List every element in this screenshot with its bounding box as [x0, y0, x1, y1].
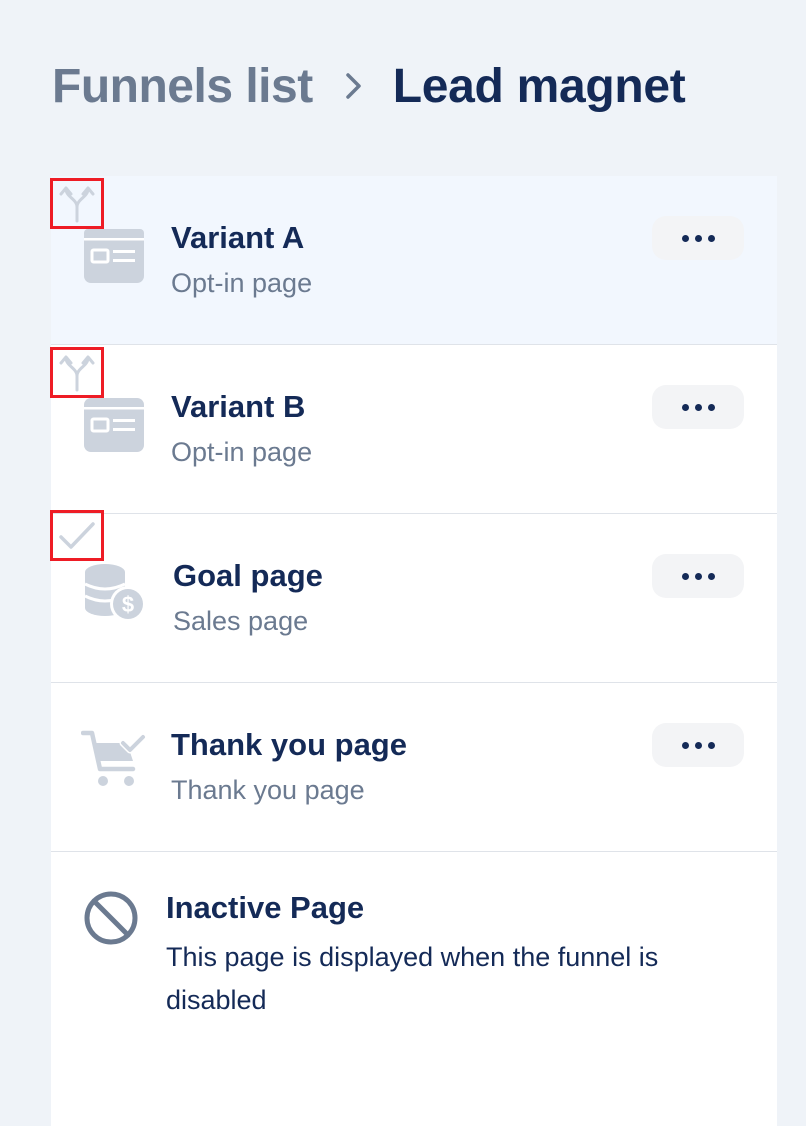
funnel-step-row[interactable]: $ Goal page Sales page — [50, 510, 777, 683]
page-title: Lead magnet — [392, 59, 686, 113]
funnel-step-row[interactable]: Variant A Opt-in page — [50, 176, 777, 345]
more-options-button[interactable] — [652, 723, 744, 767]
inactive-page-description: This page is displayed when the funnel i… — [166, 942, 659, 1015]
more-horizontal-icon — [679, 567, 718, 585]
more-horizontal-icon — [679, 229, 718, 247]
step-title: Thank you page — [171, 727, 407, 762]
more-options-button[interactable] — [652, 216, 744, 260]
ban-icon — [84, 891, 138, 945]
inactive-page-row[interactable]: Inactive Page This page is displayed whe… — [51, 852, 777, 1052]
coins-dollar-icon: $ — [84, 564, 146, 622]
funnel-steps-panel: Variant A Opt-in page Variant B Opt-in p… — [50, 176, 777, 1126]
cart-check-icon — [81, 730, 147, 786]
step-subtitle: Thank you page — [171, 775, 365, 805]
more-horizontal-icon — [679, 398, 718, 416]
chevron-right-icon — [345, 73, 361, 99]
more-options-button[interactable] — [652, 385, 744, 429]
page-layout-icon — [84, 398, 144, 452]
more-horizontal-icon — [679, 736, 718, 754]
split-test-badge — [50, 178, 104, 229]
breadcrumb: Funnels list Lead magnet — [52, 56, 686, 116]
inactive-page-title: Inactive Page — [166, 890, 365, 925]
step-subtitle: Opt-in page — [171, 268, 313, 298]
step-subtitle: Opt-in page — [171, 437, 313, 467]
step-subtitle: Sales page — [173, 606, 309, 636]
checkmark-icon — [59, 521, 95, 549]
breadcrumb-funnels-list-link[interactable]: Funnels list — [52, 59, 313, 114]
step-title: Goal page — [173, 558, 323, 593]
split-arrow-icon — [59, 355, 95, 391]
step-title: Variant B — [171, 389, 306, 424]
funnel-step-row[interactable]: Thank you page Thank you page — [51, 683, 777, 852]
split-test-badge — [50, 347, 104, 398]
page-layout-icon — [84, 229, 144, 283]
step-title: Variant A — [171, 220, 305, 255]
more-options-button[interactable] — [652, 554, 744, 598]
funnel-step-row[interactable]: Variant B Opt-in page — [50, 345, 777, 514]
goal-badge — [50, 510, 104, 561]
svg-text:$: $ — [122, 592, 134, 617]
split-arrow-icon — [59, 186, 95, 222]
